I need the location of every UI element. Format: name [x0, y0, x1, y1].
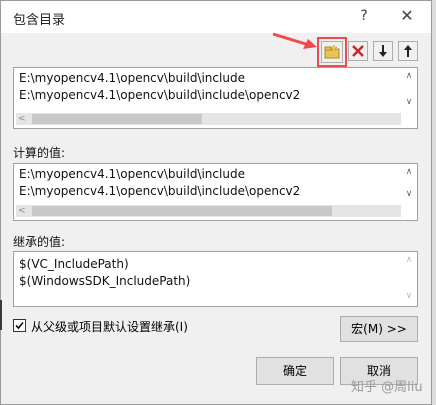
new-line-button[interactable]: [321, 41, 343, 63]
scroll-down-icon[interactable]: ∨: [403, 290, 415, 302]
ok-button[interactable]: 确定: [256, 357, 334, 385]
new-folder-icon: [324, 44, 340, 59]
move-up-button[interactable]: [398, 41, 418, 61]
vertical-scrollbar[interactable]: ∧ ∨: [403, 166, 415, 202]
list-item: $(WindowsSDK_IncludePath): [19, 274, 191, 288]
background-window-edge-left: [0, 300, 2, 330]
arrow-down-icon: [379, 45, 387, 57]
checkmark-icon: [15, 321, 24, 330]
watermark: 知乎 @周liu: [351, 380, 423, 395]
list-item: E:\myopencv4.1\opencv\build\include: [19, 167, 245, 181]
inherit-checkbox-label[interactable]: 从父级或项目默认设置继承(I): [31, 318, 188, 335]
scroll-left-icon[interactable]: <: [18, 113, 26, 125]
horizontal-scrollbar[interactable]: <: [16, 113, 401, 125]
scroll-down-icon[interactable]: ∨: [403, 96, 415, 108]
inherit-checkbox[interactable]: [13, 319, 26, 332]
include-directories-list[interactable]: E:\myopencv4.1\opencv\build\include E:\m…: [13, 67, 418, 129]
list-item: E:\myopencv4.1\opencv\build\include\open…: [19, 184, 301, 198]
scroll-up-icon[interactable]: ∧: [403, 254, 415, 266]
list-item: $(VC_IncludePath): [19, 257, 129, 271]
scroll-up-icon[interactable]: ∧: [403, 70, 415, 82]
vertical-scrollbar[interactable]: ∧ ∨: [403, 70, 415, 110]
scroll-down-icon[interactable]: ∨: [403, 188, 415, 200]
computed-values-label: 计算的值:: [13, 146, 66, 160]
scroll-up-icon[interactable]: ∧: [403, 166, 415, 178]
computed-values-list: E:\myopencv4.1\opencv\build\include E:\m…: [13, 163, 418, 221]
scroll-left-icon[interactable]: <: [18, 205, 26, 217]
background-window-edge: [432, 0, 436, 405]
horizontal-scrollbar[interactable]: <: [16, 205, 401, 217]
delete-x-icon: [352, 45, 364, 57]
scroll-thumb[interactable]: [32, 206, 332, 216]
annotation-arrow-icon: [272, 32, 317, 49]
close-button[interactable]: ✕: [397, 6, 417, 26]
list-item[interactable]: E:\myopencv4.1\opencv\build\include\open…: [19, 88, 300, 102]
macro-button[interactable]: 宏(M) >>: [340, 316, 418, 342]
move-down-button[interactable]: [373, 41, 393, 61]
vertical-scrollbar[interactable]: ∧ ∨: [403, 254, 415, 304]
help-button[interactable]: ?: [354, 6, 374, 26]
inherited-values-list: $(VC_IncludePath) $(WindowsSDK_IncludePa…: [13, 251, 418, 307]
delete-line-button[interactable]: [348, 41, 368, 61]
dialog-title: 包含目录: [13, 13, 66, 28]
include-directories-dialog: 包含目录 ? ✕ E:\myopencv4.1\opencv\build\inc…: [0, 0, 432, 405]
scroll-thumb[interactable]: [32, 114, 202, 124]
arrow-up-icon: [404, 45, 412, 57]
inherited-values-label: 继承的值:: [13, 235, 66, 249]
title-bar: 包含目录 ? ✕: [1, 1, 431, 33]
list-item[interactable]: E:\myopencv4.1\opencv\build\include: [19, 71, 245, 85]
